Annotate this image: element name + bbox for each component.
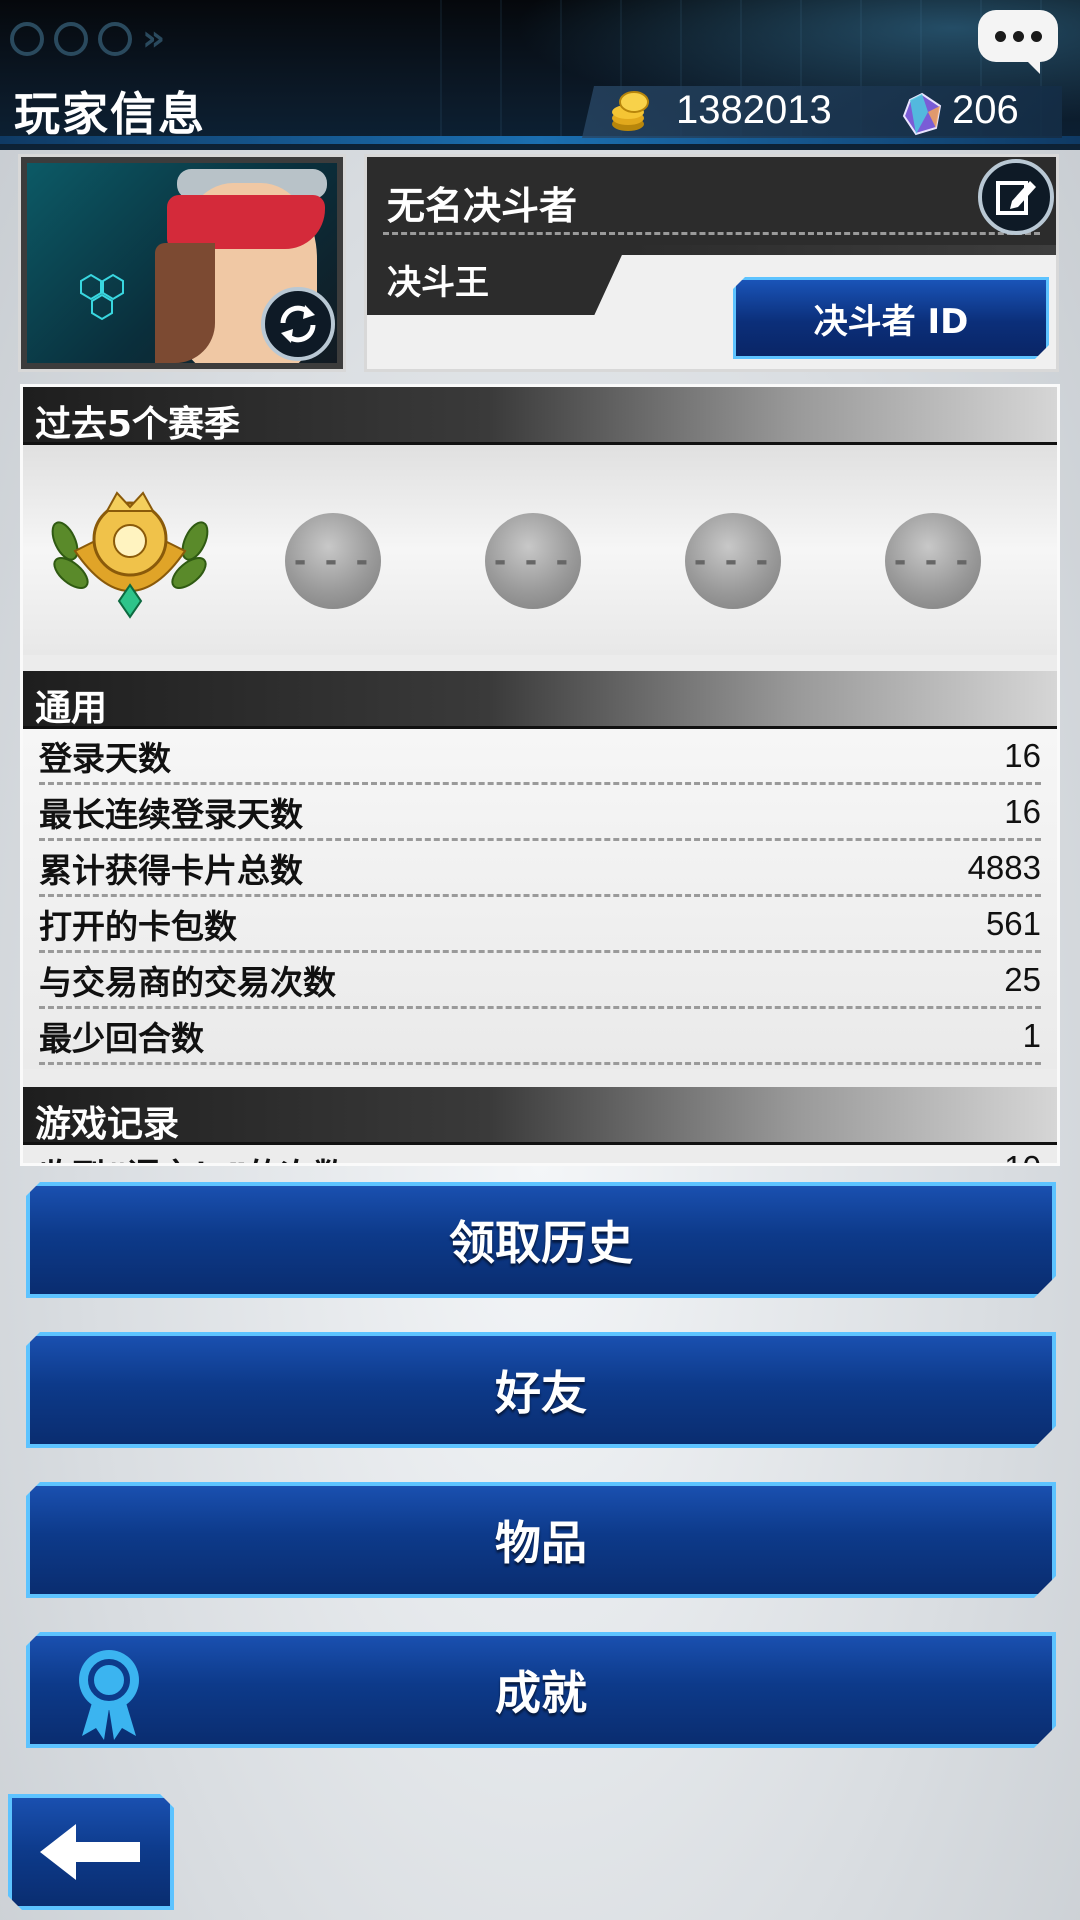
friends-button[interactable]: 好友 <box>26 1332 1056 1448</box>
stat-label: 打开的卡包数 <box>39 906 237 946</box>
achievements-button-label: 成就 <box>495 1666 587 1720</box>
stat-value: 25 <box>1004 960 1041 998</box>
section-header-seasons: 过去5个赛季 <box>23 387 1057 445</box>
stat-row-trader-trades: 与交易商的交易次数 25 <box>39 953 1041 1009</box>
section-title-seasons: 过去5个赛季 <box>35 404 241 445</box>
stat-row-login-days: 登录天数 16 <box>39 729 1041 785</box>
history-button[interactable]: 领取历史 <box>26 1182 1056 1298</box>
stat-row-fewest-turns: 最少回合数 1 <box>39 1009 1041 1065</box>
stat-label: 累计获得卡片总数 <box>39 850 303 890</box>
history-button-label: 领取历史 <box>449 1216 633 1270</box>
rank-crest-icon <box>51 491 209 619</box>
gold-amount: 1382013 <box>676 88 832 132</box>
section-title-general: 通用 <box>35 688 108 729</box>
back-arrow-icon <box>36 1822 146 1882</box>
season-slot-empty: - - - <box>485 513 581 609</box>
edit-icon[interactable] <box>978 159 1054 235</box>
season-slot-empty: - - - <box>285 513 381 609</box>
stat-label: 登录天数 <box>39 738 171 778</box>
section-header-general: 通用 <box>23 671 1057 729</box>
general-stats-list: 登录天数 16 最长连续登录天数 16 累计获得卡片总数 4883 打开的卡包数… <box>23 729 1057 1069</box>
stat-row-longest-streak: 最长连续登录天数 16 <box>39 785 1041 841</box>
stat-value: 561 <box>985 904 1041 942</box>
stats-panel[interactable]: 过去5个赛季 - - - - - - - - - - - - 通用 登录天数 1… <box>20 384 1060 1166</box>
crystal-gem-icon <box>902 92 942 136</box>
stat-value: 4883 <box>967 848 1041 886</box>
stat-row-partial: 收到“语言！”的次数 10 <box>39 1149 1041 1163</box>
section-header-game-record: 游戏记录 <box>23 1087 1057 1145</box>
header-circuit-decoration: » <box>10 21 165 60</box>
stat-label: 与交易商的交易次数 <box>39 962 336 1002</box>
hex-pattern-decoration <box>80 273 124 321</box>
seasons-row: - - - - - - - - - - - - <box>23 445 1057 655</box>
page-title: 玩家信息 <box>14 87 206 141</box>
profile-panel: 无名决斗者 决斗王 决斗者 ID <box>364 154 1059 372</box>
chat-bubble-icon[interactable] <box>978 10 1058 74</box>
stat-label: 最少回合数 <box>39 1018 204 1058</box>
stat-value: 16 <box>1004 736 1041 774</box>
items-button[interactable]: 物品 <box>26 1482 1056 1598</box>
refresh-icon[interactable] <box>261 287 335 361</box>
achievements-button[interactable]: 成就 <box>26 1632 1056 1748</box>
duelist-id-button[interactable]: 决斗者 ID <box>733 277 1049 359</box>
back-button[interactable] <box>8 1794 174 1910</box>
player-title: 决斗王 <box>387 263 489 303</box>
friends-button-label: 好友 <box>495 1366 587 1420</box>
stat-label: 最长连续登录天数 <box>39 794 303 834</box>
section-title-game-record: 游戏记录 <box>35 1104 180 1145</box>
stat-row-total-cards: 累计获得卡片总数 4883 <box>39 841 1041 897</box>
avatar[interactable] <box>27 163 337 363</box>
stat-value: 16 <box>1004 792 1041 830</box>
award-ribbon-icon <box>74 1646 144 1742</box>
stat-value: 10 <box>1004 1149 1041 1163</box>
avatar-frame[interactable] <box>18 154 346 372</box>
season-slot-empty: - - - <box>685 513 781 609</box>
season-slot-empty: - - - <box>885 513 981 609</box>
items-button-label: 物品 <box>495 1516 587 1570</box>
player-name: 无名决斗者 <box>387 184 578 228</box>
stat-value: 1 <box>1022 1016 1041 1054</box>
stat-row-packs-opened: 打开的卡包数 561 <box>39 897 1041 953</box>
gem-amount: 206 <box>952 88 1019 132</box>
gold-coin-icon <box>612 91 649 131</box>
stat-label: 收到“语言！”的次数 <box>39 1149 346 1163</box>
